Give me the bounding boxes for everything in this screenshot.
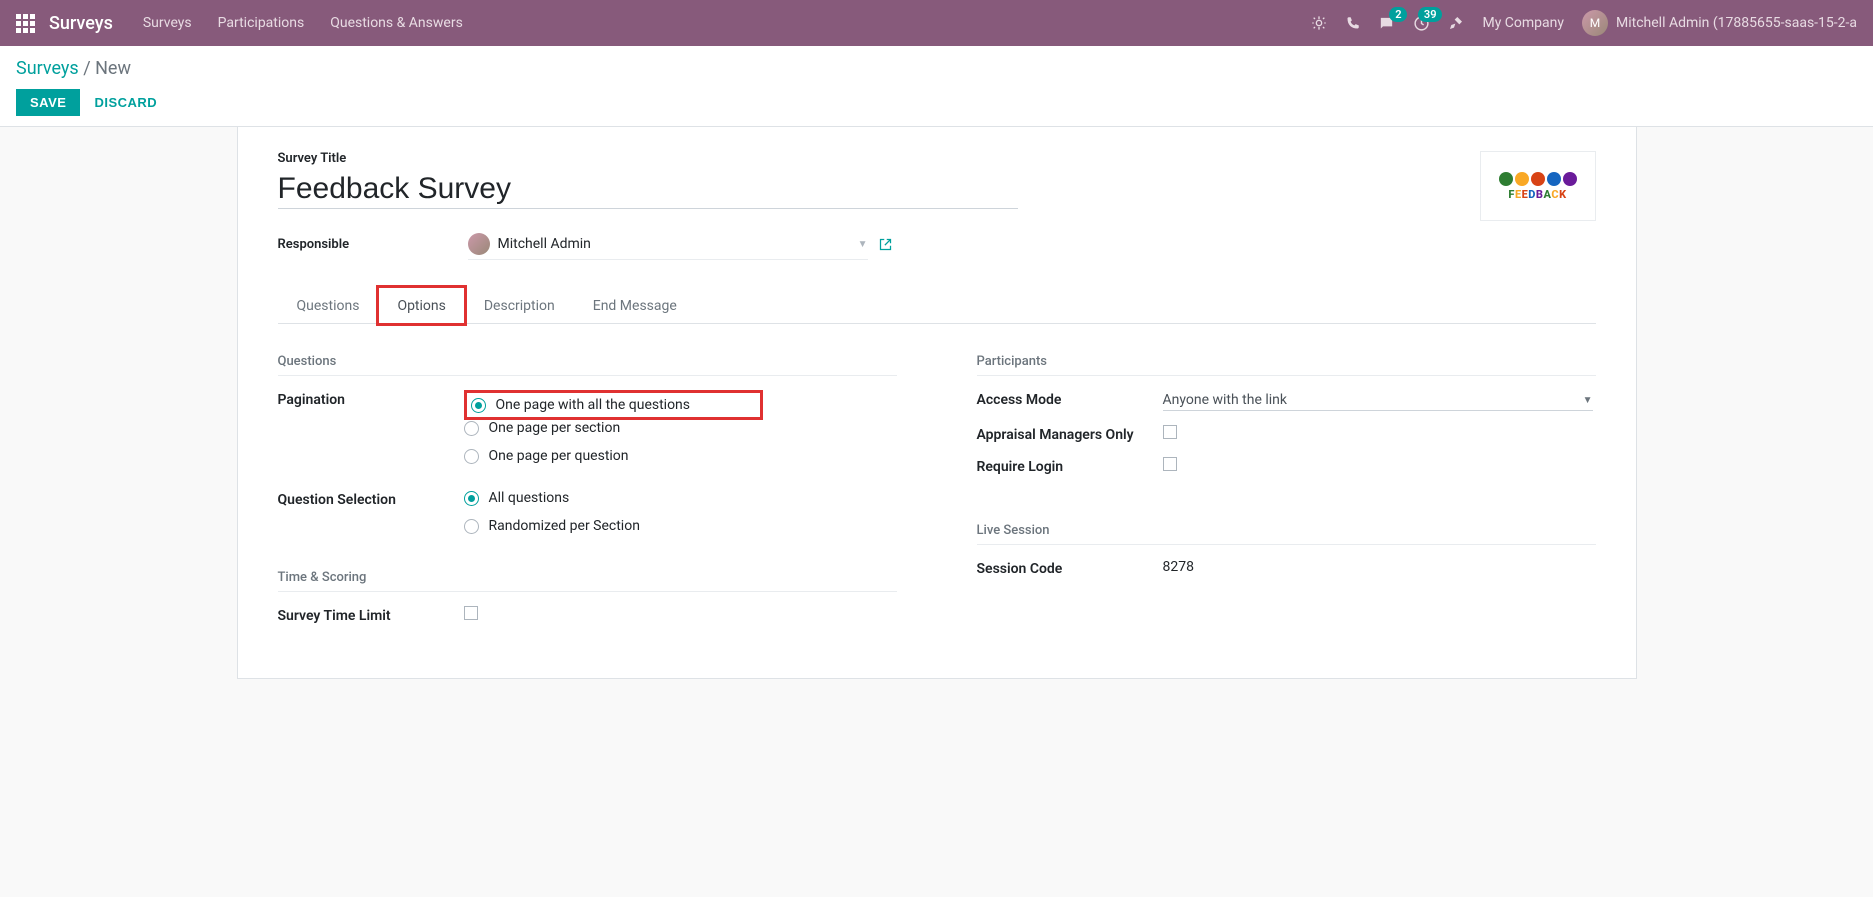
pagination-opt-section-label: One page per section [489,420,621,436]
nav-surveys[interactable]: Surveys [143,15,192,31]
tabs: Questions Options Description End Messag… [278,286,1596,324]
qsel-all-label: All questions [489,490,570,506]
section-participants: Participants [977,354,1596,376]
access-mode-label: Access Mode [977,390,1163,411]
messages-badge: 2 [1389,7,1407,22]
feedback-logo-text: FEEDBACK [1508,188,1566,201]
bug-icon[interactable] [1311,15,1327,31]
time-limit-label: Survey Time Limit [278,606,464,624]
appraisal-checkbox[interactable] [1163,425,1177,439]
survey-title-label: Survey Title [278,151,1596,166]
qsel-random-label: Randomized per Section [489,518,640,534]
pagination-label: Pagination [278,390,464,476]
discard-button[interactable]: DISCARD [94,95,157,110]
responsible-value: Mitchell Admin [498,236,591,252]
radio-qsel-all[interactable] [464,491,479,506]
require-login-checkbox[interactable] [1163,457,1177,471]
user-menu[interactable]: M Mitchell Admin (17885655-saas-15-2-a [1582,10,1857,36]
tab-options[interactable]: Options [378,287,464,324]
radio-qsel-random[interactable] [464,519,479,534]
nav-participations[interactable]: Participations [218,15,305,31]
radio-pagination-question[interactable] [464,449,479,464]
tab-questions[interactable]: Questions [278,287,379,324]
responsible-label: Responsible [278,237,468,252]
session-code-value: 8278 [1163,559,1194,575]
survey-image[interactable]: FEEDBACK [1480,151,1596,221]
nav-questions-answers[interactable]: Questions & Answers [330,15,463,31]
time-limit-checkbox[interactable] [464,606,478,620]
apps-icon[interactable] [16,14,35,33]
appraisal-label: Appraisal Managers Only [977,425,1163,443]
pagination-opt-all-label: One page with all the questions [496,397,691,413]
chevron-down-icon: ▼ [1583,395,1593,406]
control-bar: Surveys / New SAVE DISCARD [0,46,1873,127]
section-live-session: Live Session [977,523,1596,545]
require-login-label: Require Login [977,457,1163,475]
brand[interactable]: Surveys [49,13,113,34]
activities-badge: 39 [1418,7,1443,22]
breadcrumb-root[interactable]: Surveys [16,58,79,79]
section-time-scoring: Time & Scoring [278,570,897,592]
radio-pagination-section[interactable] [464,421,479,436]
external-link-icon[interactable] [878,237,893,252]
section-questions: Questions [278,354,897,376]
pagination-opt-all-highlight: One page with all the questions [464,390,764,420]
question-selection-label: Question Selection [278,490,464,546]
breadcrumb: Surveys / New [16,58,1857,79]
survey-title-input[interactable] [278,170,1018,209]
breadcrumb-current: New [95,58,131,79]
session-code-label: Session Code [977,559,1163,577]
access-mode-select[interactable]: Anyone with the link ▼ [1163,390,1593,411]
tools-icon[interactable] [1448,15,1464,31]
radio-pagination-all[interactable] [471,398,486,413]
navbar: Surveys Surveys Participations Questions… [0,0,1873,46]
form-sheet: FEEDBACK Survey Title Responsible Mitche… [237,127,1637,679]
pagination-opt-question-label: One page per question [489,448,629,464]
user-name: Mitchell Admin (17885655-saas-15-2-a [1616,15,1857,31]
messages-icon[interactable]: 2 [1378,15,1395,32]
tab-description[interactable]: Description [465,287,574,324]
responsible-field[interactable]: Mitchell Admin ▼ [468,229,868,260]
avatar: M [1582,10,1608,36]
phone-icon[interactable] [1345,16,1360,31]
access-mode-value: Anyone with the link [1163,392,1288,408]
company-selector[interactable]: My Company [1482,15,1564,31]
responsible-avatar [468,233,490,255]
activities-icon[interactable]: 39 [1413,15,1430,32]
tab-end-message[interactable]: End Message [574,287,696,324]
save-button[interactable]: SAVE [16,89,80,116]
chevron-down-icon: ▼ [858,239,868,250]
